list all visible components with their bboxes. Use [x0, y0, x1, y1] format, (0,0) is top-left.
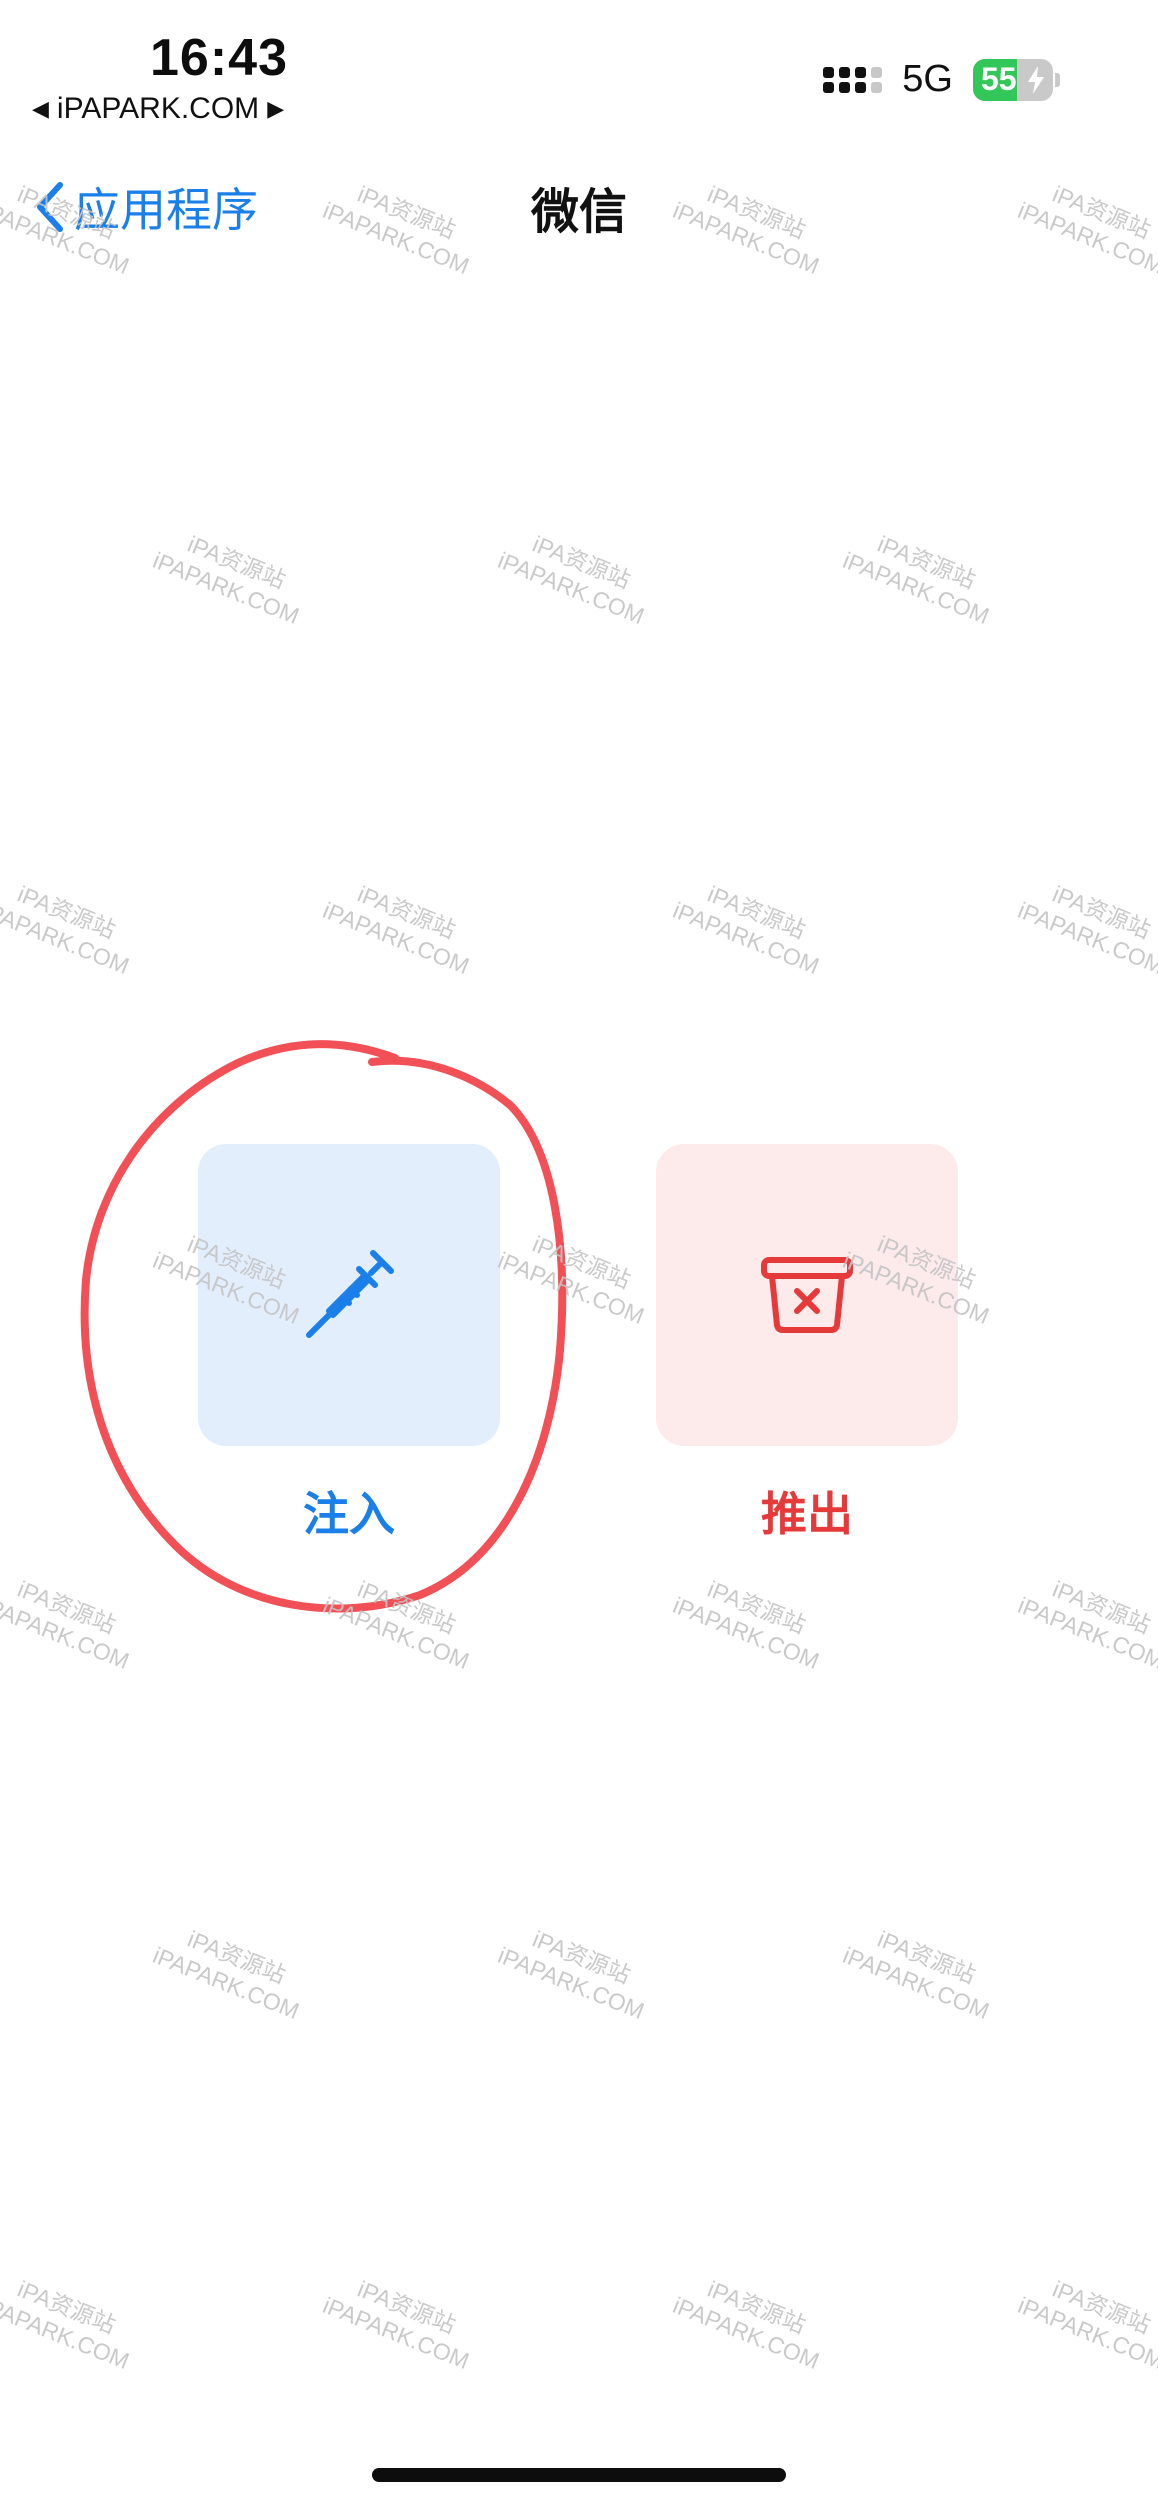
watermark: iPA资源站 iPAPARK.COM: [149, 1915, 314, 2025]
watermark-line2: iPAPARK.COM: [0, 2291, 133, 2375]
status-time: 16:43: [150, 29, 288, 87]
watermark-line2: iPAPARK.COM: [0, 1591, 133, 1675]
watermark-line1: iPA资源站: [873, 530, 980, 594]
back-triangle-icon: ◀: [32, 96, 49, 121]
watermark-line1: iPA资源站: [183, 1925, 290, 1989]
watermark-line2: iPAPARK.COM: [669, 2291, 823, 2375]
back-to-app-label: iPAPARK.COM: [56, 92, 260, 125]
watermark: iPA资源站 iPAPARK.COM: [1014, 870, 1158, 980]
watermark-line2: iPAPARK.COM: [1014, 1591, 1158, 1675]
charging-bolt-icon: [1028, 65, 1044, 94]
watermark-line2: iPAPARK.COM: [839, 546, 993, 630]
watermark-line1: iPA资源站: [1048, 880, 1155, 944]
watermark: iPA资源站 iPAPARK.COM: [839, 1915, 1004, 2025]
watermark-line1: iPA资源站: [353, 1575, 460, 1639]
watermark-line2: iPAPARK.COM: [1014, 896, 1158, 980]
eject-button[interactable]: [656, 1144, 958, 1446]
watermark-line2: iPAPARK.COM: [494, 1941, 648, 2025]
watermark-line1: iPA资源站: [528, 1230, 635, 1294]
status-indicators: 5G 55: [823, 58, 1060, 101]
watermark: iPA资源站 iPAPARK.COM: [669, 870, 834, 980]
watermark-line2: iPAPARK.COM: [149, 1941, 303, 2025]
watermark: iPA资源站 iPAPARK.COM: [319, 2265, 484, 2375]
watermark-line2: iPAPARK.COM: [494, 546, 648, 630]
watermark-line2: iPAPARK.COM: [149, 546, 303, 630]
forward-triangle-icon: ▶: [267, 96, 285, 121]
watermark: iPA资源站 iPAPARK.COM: [839, 520, 1004, 630]
watermark-line1: iPA资源站: [353, 880, 460, 944]
network-type: 5G: [902, 58, 953, 100]
watermark-line2: iPAPARK.COM: [669, 896, 823, 980]
watermark: iPA资源站 iPAPARK.COM: [669, 1565, 834, 1675]
watermark: iPA资源站 iPAPARK.COM: [494, 520, 659, 630]
watermark-line1: iPA资源站: [353, 2275, 460, 2339]
watermark: iPA资源站 iPAPARK.COM: [1014, 2265, 1158, 2375]
watermark-line1: iPA资源站: [13, 2275, 120, 2339]
watermark-line2: iPAPARK.COM: [319, 2291, 473, 2375]
watermark-line2: iPAPARK.COM: [319, 1591, 473, 1675]
watermark-line1: iPA资源站: [703, 880, 810, 944]
watermark: iPA资源站 iPAPARK.COM: [0, 870, 144, 980]
watermark-line1: iPA资源站: [528, 530, 635, 594]
watermark-line2: iPAPARK.COM: [0, 896, 133, 980]
watermark: iPA资源站 iPAPARK.COM: [319, 870, 484, 980]
syringe-icon: [306, 1250, 394, 1338]
back-to-app-link[interactable]: ◀ iPAPARK.COM ▶: [32, 92, 284, 126]
watermark-line2: iPAPARK.COM: [1014, 2291, 1158, 2375]
watermark-line1: iPA资源站: [1048, 1575, 1155, 1639]
watermark: iPA资源站 iPAPARK.COM: [149, 520, 314, 630]
watermark-line1: iPA资源站: [13, 880, 120, 944]
watermark: iPA资源站 iPAPARK.COM: [1014, 1565, 1158, 1675]
watermark-line1: iPA资源站: [528, 1925, 635, 1989]
watermark: iPA资源站 iPAPARK.COM: [494, 1915, 659, 2025]
watermark-line2: iPAPARK.COM: [839, 1941, 993, 2025]
page-title: 微信: [530, 184, 627, 240]
watermark: iPA资源站 iPAPARK.COM: [494, 1220, 659, 1330]
watermark: iPA资源站 iPAPARK.COM: [0, 2265, 144, 2375]
home-indicator[interactable]: [372, 2468, 786, 2482]
watermark: iPA资源站 iPAPARK.COM: [319, 1565, 484, 1675]
battery-icon: 55: [973, 58, 1053, 101]
watermark-line1: iPA资源站: [873, 1925, 980, 1989]
cellular-signal-icon: [823, 66, 883, 93]
inject-label[interactable]: 注入: [198, 1478, 500, 1544]
battery-cap: [1055, 72, 1060, 87]
inject-button[interactable]: [198, 1144, 500, 1446]
hand-drawn-circle-annotation: [80, 1040, 567, 1613]
trash-bin-x-icon: [761, 1257, 853, 1333]
watermark-line1: iPA资源站: [703, 1575, 810, 1639]
watermark: iPA资源站 iPAPARK.COM: [0, 1565, 144, 1675]
watermark-line1: iPA资源站: [13, 1575, 120, 1639]
watermark: iPA资源站 iPAPARK.COM: [669, 2265, 834, 2375]
watermark-line1: iPA资源站: [183, 530, 290, 594]
watermark-line2: iPAPARK.COM: [669, 1591, 823, 1675]
battery-percent: 55: [981, 61, 1017, 97]
watermark-line1: iPA资源站: [1048, 2275, 1155, 2339]
watermark-line1: iPA资源站: [703, 2275, 810, 2339]
watermark-line2: iPAPARK.COM: [494, 1246, 648, 1330]
eject-label[interactable]: 推出: [656, 1478, 958, 1544]
watermark-line2: iPAPARK.COM: [319, 896, 473, 980]
